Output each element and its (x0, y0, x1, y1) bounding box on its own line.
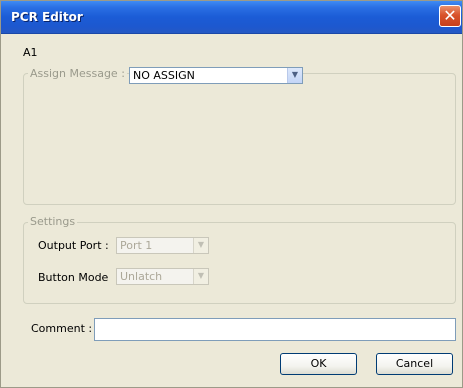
chevron-down-icon[interactable]: ▼ (193, 238, 208, 253)
title-bar[interactable]: PCR Editor ✕ (1, 1, 462, 34)
cancel-button[interactable]: Cancel (376, 353, 453, 375)
comment-label: Comment : (31, 322, 93, 335)
assign-message-value: NO ASSIGN (133, 69, 195, 82)
output-port-label: Output Port : (38, 239, 109, 252)
pcr-editor-dialog: PCR Editor ✕ A1 Assign Message : NO ASSI… (0, 0, 463, 388)
ok-button[interactable]: OK (280, 353, 357, 375)
assign-message-select[interactable]: NO ASSIGN ▼ (129, 67, 303, 84)
comment-field[interactable] (94, 318, 456, 341)
output-port-value: Port 1 (120, 239, 153, 252)
window-title: PCR Editor (11, 10, 83, 24)
button-mode-select[interactable]: Unlatch ▼ (116, 268, 209, 285)
settings-group (23, 222, 456, 304)
output-port-select[interactable]: Port 1 ▼ (116, 237, 209, 254)
assign-message-group (23, 73, 456, 205)
close-button[interactable]: ✕ (439, 5, 461, 27)
button-mode-label: Button Mode (38, 271, 109, 284)
chevron-down-icon[interactable]: ▼ (193, 269, 208, 284)
cell-label: A1 (23, 46, 38, 59)
close-icon: ✕ (443, 6, 457, 25)
button-mode-value: Unlatch (120, 270, 163, 283)
chevron-down-icon[interactable]: ▼ (287, 68, 302, 83)
assign-message-label: Assign Message : (28, 67, 127, 80)
settings-legend: Settings (28, 215, 78, 228)
